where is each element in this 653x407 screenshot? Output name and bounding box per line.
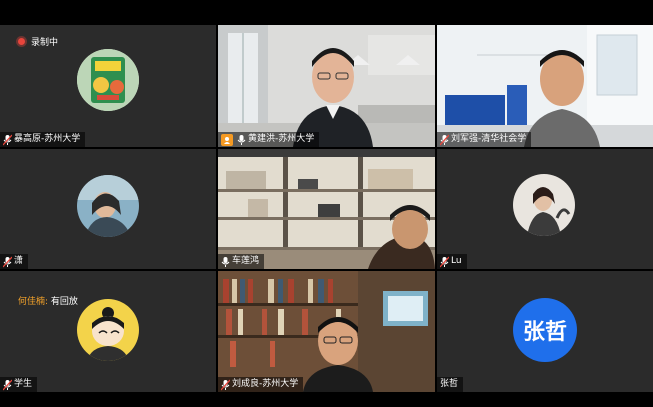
- mic-muted-icon: [440, 256, 449, 268]
- participant-name-bar: 张哲: [437, 377, 464, 392]
- participant-name-bar: 学生: [0, 377, 38, 392]
- record-icon: [18, 38, 25, 45]
- participant-name: Lu: [451, 256, 462, 266]
- participant-tile[interactable]: Lu: [437, 149, 653, 269]
- avatar: [77, 299, 139, 361]
- recording-indicator: 录制中: [18, 35, 58, 48]
- video-feed: [218, 25, 435, 147]
- camera-icon: [221, 133, 233, 146]
- participant-tile[interactable]: 何佳楠: 有回放 学生: [0, 271, 216, 392]
- chat-message-overlay: 何佳楠: 有回放: [18, 294, 78, 307]
- participant-name: 张哲: [440, 379, 459, 389]
- mic-muted-icon: [3, 134, 12, 146]
- participant-name: 刘成良-苏州大学: [232, 379, 299, 389]
- participant-name: 车莲鸿: [232, 256, 260, 266]
- participant-name: 学生: [14, 379, 33, 389]
- participant-name-bar: 暴高原-苏州大学: [0, 132, 86, 147]
- participant-tile[interactable]: 录制中 暴高原-苏州大学: [0, 25, 216, 147]
- participant-name-bar: 潇: [0, 254, 29, 269]
- chat-message: 有回放: [50, 297, 78, 307]
- mic-muted-icon: [3, 256, 12, 268]
- participant-name-bar: Lu: [437, 254, 467, 269]
- video-grid: 录制中 暴高原-苏州大学 黄建洪-苏州大学 刘军强-清华社会学 潇 车莲鸿 Lu…: [0, 25, 653, 392]
- mic-muted-icon: [221, 379, 230, 391]
- text-avatar: 张哲: [513, 298, 577, 362]
- participant-tile-active[interactable]: 黄建洪-苏州大学: [218, 25, 435, 147]
- participant-name-bar: 车莲鸿: [218, 254, 265, 269]
- video-feed: [437, 25, 653, 147]
- recording-label: 录制中: [31, 38, 59, 48]
- mic-icon: [221, 256, 230, 268]
- participant-name-bar: 黄建洪-苏州大学: [218, 132, 320, 147]
- participant-name-bar: 刘成良-苏州大学: [218, 377, 304, 392]
- video-feed: [218, 271, 435, 392]
- participant-name: 刘军强-清华社会学: [451, 134, 527, 144]
- mic-muted-icon: [3, 379, 12, 391]
- chat-sender: 何佳楠:: [18, 297, 49, 307]
- participant-name: 暴高原-苏州大学: [14, 134, 81, 144]
- participant-name-bar: 刘军强-清华社会学: [437, 132, 532, 147]
- participant-tile[interactable]: 刘成良-苏州大学: [218, 271, 435, 392]
- mic-icon: [237, 134, 246, 146]
- participant-tile[interactable]: 潇: [0, 149, 216, 269]
- participant-name: 潇: [14, 256, 24, 266]
- avatar: [77, 49, 139, 111]
- participant-tile[interactable]: 车莲鸿: [218, 149, 435, 269]
- participant-tile[interactable]: 刘军强-清华社会学: [437, 25, 653, 147]
- participant-name: 黄建洪-苏州大学: [248, 134, 315, 144]
- mic-muted-icon: [440, 134, 449, 146]
- participant-tile[interactable]: 张哲 张哲: [437, 271, 653, 392]
- avatar: [77, 175, 139, 237]
- video-feed: [218, 149, 435, 269]
- avatar: [513, 174, 575, 236]
